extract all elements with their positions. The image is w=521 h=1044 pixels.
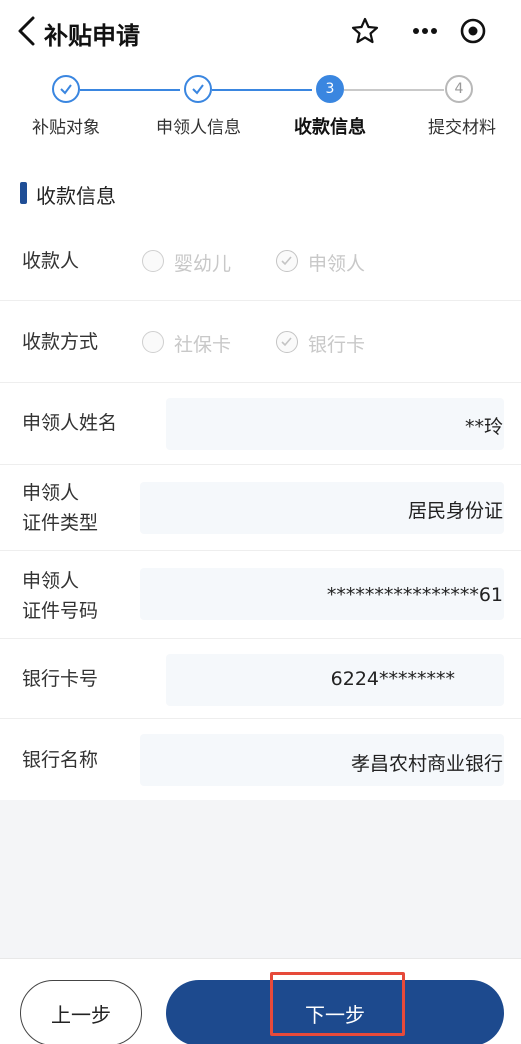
id-number-value: ****************61 <box>326 584 503 606</box>
id-type-label-line2: 证件类型 <box>22 512 99 534</box>
step-connector <box>212 89 312 91</box>
step-progress <box>0 62 521 152</box>
step-4-label: 提交材料 <box>428 118 496 138</box>
close-miniprogram-icon[interactable] <box>458 16 488 46</box>
page-title: 补贴申请 <box>44 22 140 50</box>
radio-bank-card-label: 银行卡 <box>308 334 366 356</box>
next-step-button[interactable]: 下一步 <box>166 980 504 1044</box>
radio-applicant-label: 申领人 <box>308 253 366 275</box>
app-header: 补贴申请 <box>0 0 521 62</box>
card-number-label: 银行卡号 <box>22 668 99 690</box>
step-1-label: 补贴对象 <box>32 118 100 138</box>
radio-social-card-label: 社保卡 <box>174 334 232 356</box>
back-arrow-icon[interactable] <box>14 14 40 48</box>
id-type-label-line1: 申领人 <box>22 482 80 504</box>
divider <box>0 638 521 639</box>
divider <box>0 464 521 465</box>
section-accent-bar <box>20 182 27 204</box>
more-icon[interactable] <box>410 16 440 46</box>
radio-applicant[interactable] <box>276 250 298 272</box>
divider <box>0 550 521 551</box>
radio-infant-label: 婴幼儿 <box>174 253 232 275</box>
section-title: 收款信息 <box>36 184 116 208</box>
step-4-number: 4 <box>454 81 464 97</box>
id-number-label-line2: 证件号码 <box>22 600 99 622</box>
applicant-name-label: 申领人姓名 <box>22 412 118 434</box>
step-2-check-icon <box>184 75 212 103</box>
divider <box>0 718 521 719</box>
divider <box>0 382 521 383</box>
step-connector <box>80 89 180 91</box>
bank-name-value: 孝昌农村商业银行 <box>350 753 503 775</box>
check-icon <box>281 337 292 347</box>
divider <box>0 300 521 301</box>
payee-label: 收款人 <box>22 250 80 272</box>
applicant-name-value: **玲 <box>464 416 503 438</box>
step-1-check-icon <box>52 75 80 103</box>
step-3-indicator: 3 <box>316 75 344 103</box>
card-number-value: 6224******** <box>330 668 455 690</box>
radio-bank-card[interactable] <box>276 331 298 353</box>
id-number-label-line1: 申领人 <box>22 570 80 592</box>
prev-step-button[interactable]: 上一步 <box>20 980 142 1044</box>
check-icon <box>281 256 292 266</box>
star-icon[interactable] <box>350 16 380 46</box>
method-label: 收款方式 <box>22 331 99 353</box>
step-3-number: 3 <box>325 81 335 97</box>
id-type-value: 居民身份证 <box>407 500 503 522</box>
radio-infant[interactable] <box>142 250 164 272</box>
applicant-name-field[interactable] <box>166 398 504 450</box>
step-3-label: 收款信息 <box>294 117 366 138</box>
step-2-label: 申领人信息 <box>156 118 241 138</box>
step-4-indicator: 4 <box>445 75 473 103</box>
bank-name-label: 银行名称 <box>22 749 99 771</box>
radio-social-card[interactable] <box>142 331 164 353</box>
step-connector <box>344 89 444 91</box>
